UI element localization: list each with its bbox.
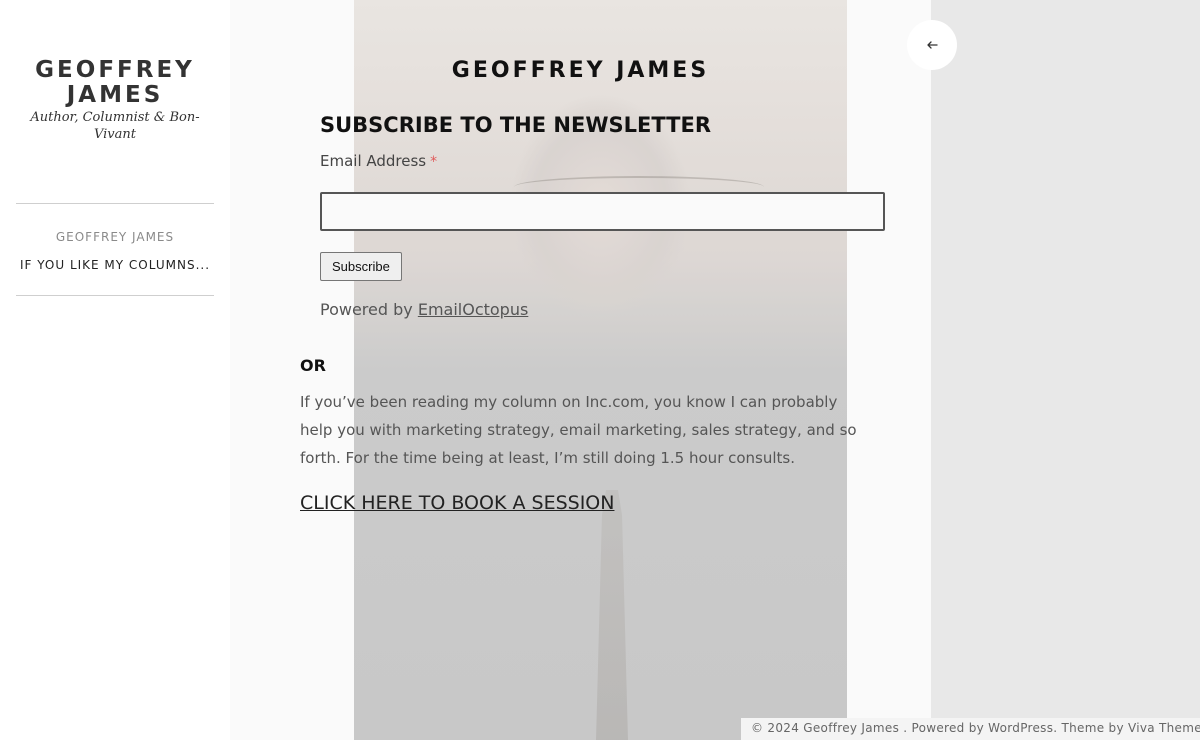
footer-theme-link[interactable]: Theme by Viva Themes. xyxy=(1062,721,1200,735)
footer-copyright: © 2024 Geoffrey James xyxy=(751,721,900,735)
sidebar-nav: GEOFFREY JAMES IF YOU LIKE MY COLUMNS... xyxy=(16,203,214,296)
arrow-left-icon xyxy=(927,41,938,49)
email-label: Email Address * xyxy=(320,152,437,170)
site-title[interactable]: GEOFFREY JAMES xyxy=(0,58,230,108)
book-session-link[interactable]: CLICK HERE TO BOOK A SESSION xyxy=(300,492,614,514)
site-tagline: Author, Columnist & Bon-Vivant xyxy=(30,110,200,142)
footer-separator: . xyxy=(899,721,912,735)
email-label-text: Email Address xyxy=(320,152,427,170)
page-title: GEOFFREY JAMES xyxy=(451,58,710,83)
subscribe-button[interactable]: Subscribe xyxy=(320,252,402,281)
site-footer: © 2024 Geoffrey James . Powered by WordP… xyxy=(741,718,1200,740)
sidebar-item-geoffrey-james[interactable]: GEOFFREY JAMES xyxy=(16,230,214,244)
photo-tie-detail xyxy=(596,490,628,740)
sidebar-item-if-you-like-my-columns[interactable]: IF YOU LIKE MY COLUMNS... xyxy=(16,258,214,272)
email-field[interactable] xyxy=(320,192,885,231)
required-marker: * xyxy=(430,154,438,170)
footer-wordpress-link[interactable]: Powered by WordPress. xyxy=(911,721,1057,735)
emailoctopus-link[interactable]: EmailOctopus xyxy=(418,300,528,319)
powered-by-prefix: Powered by xyxy=(320,300,413,319)
author-photo xyxy=(354,0,847,740)
or-heading: OR xyxy=(300,356,326,375)
main-content: GEOFFREY JAMES SUBSCRIBE TO THE NEWSLETT… xyxy=(230,0,931,740)
consult-paragraph: If you’ve been reading my column on Inc.… xyxy=(300,393,857,467)
back-button[interactable] xyxy=(907,20,957,70)
sidebar: GEOFFREY JAMES Author, Columnist & Bon-V… xyxy=(0,0,230,740)
powered-by: Powered by EmailOctopus xyxy=(320,300,528,319)
newsletter-title: SUBSCRIBE TO THE NEWSLETTER xyxy=(320,113,711,137)
